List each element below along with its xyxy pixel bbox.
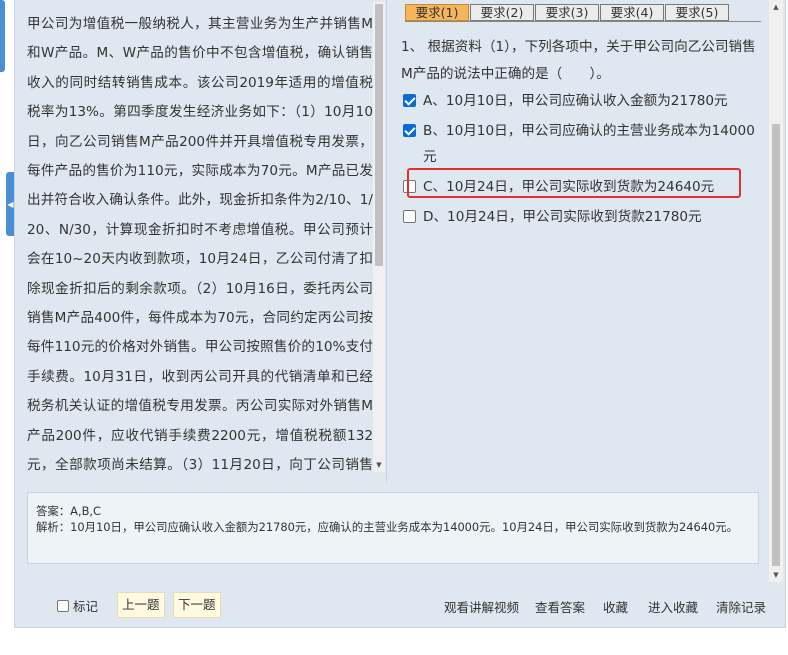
material-panel: 甲公司为增值税一般纳税人，其主营业务为生产并销售M和W产品。M、W产品的售价中不…: [17, 2, 385, 472]
exam-frame: 甲公司为增值税一般纳税人，其主营业务为生产并销售M和W产品。M、W产品的售价中不…: [14, 0, 786, 628]
option-a[interactable]: A、10月10日，甲公司应确认收入金额为21780元: [401, 88, 763, 114]
favorite-link[interactable]: 收藏: [603, 597, 628, 616]
mark-label: 标记: [73, 599, 99, 614]
question-scroll-thumb[interactable]: [772, 124, 780, 566]
tab-requirement-3[interactable]: 要求(3): [535, 4, 599, 21]
panel-divider: [386, 0, 387, 482]
option-a-label: A、10月10日，甲公司应确认收入金额为21780元: [423, 93, 728, 109]
prev-button[interactable]: 上一题: [117, 592, 165, 618]
view-answer-link[interactable]: 查看答案: [535, 597, 585, 616]
clear-records-link[interactable]: 清除记录: [716, 597, 766, 616]
options-list: A、10月10日，甲公司应确认收入金额为21780元 B、10月10日，甲公司应…: [401, 88, 763, 234]
option-b[interactable]: B、10月10日，甲公司应确认的主营业务成本为14000元: [401, 118, 763, 170]
scroll-up-icon[interactable]: ▲: [769, 2, 783, 12]
question-text: 1、 根据资料（1），下列各项中，关于甲公司向乙公司销售M产品的说法中正确的是（…: [401, 39, 756, 82]
tab-requirement-4[interactable]: 要求(4): [600, 4, 664, 21]
option-d-label: D、10月24日，甲公司实际收到货款21780元: [423, 209, 702, 225]
option-d[interactable]: D、10月24日，甲公司实际收到货款21780元: [401, 204, 763, 230]
tab-requirement-1[interactable]: 要求(1): [405, 4, 469, 21]
next-button[interactable]: 下一题: [173, 592, 221, 618]
option-c[interactable]: C、10月24日，甲公司实际收到货款为24640元: [401, 174, 763, 200]
option-a-checkbox[interactable]: [403, 94, 416, 107]
tab-requirement-5[interactable]: 要求(5): [665, 4, 729, 21]
answer-box: 答案：A,B,C 解析：10月10日，甲公司应确认收入金额为21780元，应确认…: [27, 492, 759, 564]
tabs-underline: [405, 21, 761, 22]
material-scroll-thumb[interactable]: [375, 4, 383, 266]
requirement-tabs: 要求(1) 要求(2) 要求(3) 要求(4) 要求(5): [405, 4, 729, 22]
go-favorites-link[interactable]: 进入收藏: [648, 597, 698, 616]
tab-requirement-2[interactable]: 要求(2): [470, 4, 534, 21]
left-edge-tab[interactable]: [0, 0, 5, 72]
scroll-down-icon[interactable]: ▼: [373, 460, 385, 470]
mark-checkbox[interactable]: [57, 599, 69, 612]
material-scrollbar[interactable]: ▼: [373, 2, 385, 472]
option-c-checkbox[interactable]: [403, 180, 416, 193]
option-d-checkbox[interactable]: [403, 210, 416, 223]
scroll-down-icon[interactable]: ▼: [769, 570, 783, 580]
answer-line: 答案：A,B,C: [36, 504, 101, 518]
material-text: 甲公司为增值税一般纳税人，其主营业务为生产并销售M和W产品。M、W产品的售价中不…: [27, 16, 373, 472]
watch-video-link[interactable]: 观看讲解视频: [444, 597, 519, 616]
mark-toggle[interactable]: 标记: [57, 596, 98, 615]
option-b-checkbox[interactable]: [403, 124, 416, 137]
bottom-bar: 标记 上一题 下一题 观看讲解视频 查看答案 收藏 进入收藏 清除记录: [15, 590, 785, 620]
option-c-label: C、10月24日，甲公司实际收到货款为24640元: [423, 179, 715, 195]
analysis-line: 解析：10月10日，甲公司应确认收入金额为21780元，应确认的主营业务成本为1…: [36, 520, 739, 534]
option-b-label: B、10月10日，甲公司应确认的主营业务成本为14000元: [423, 123, 755, 165]
question-scrollbar[interactable]: ▲ ▼: [769, 0, 783, 582]
